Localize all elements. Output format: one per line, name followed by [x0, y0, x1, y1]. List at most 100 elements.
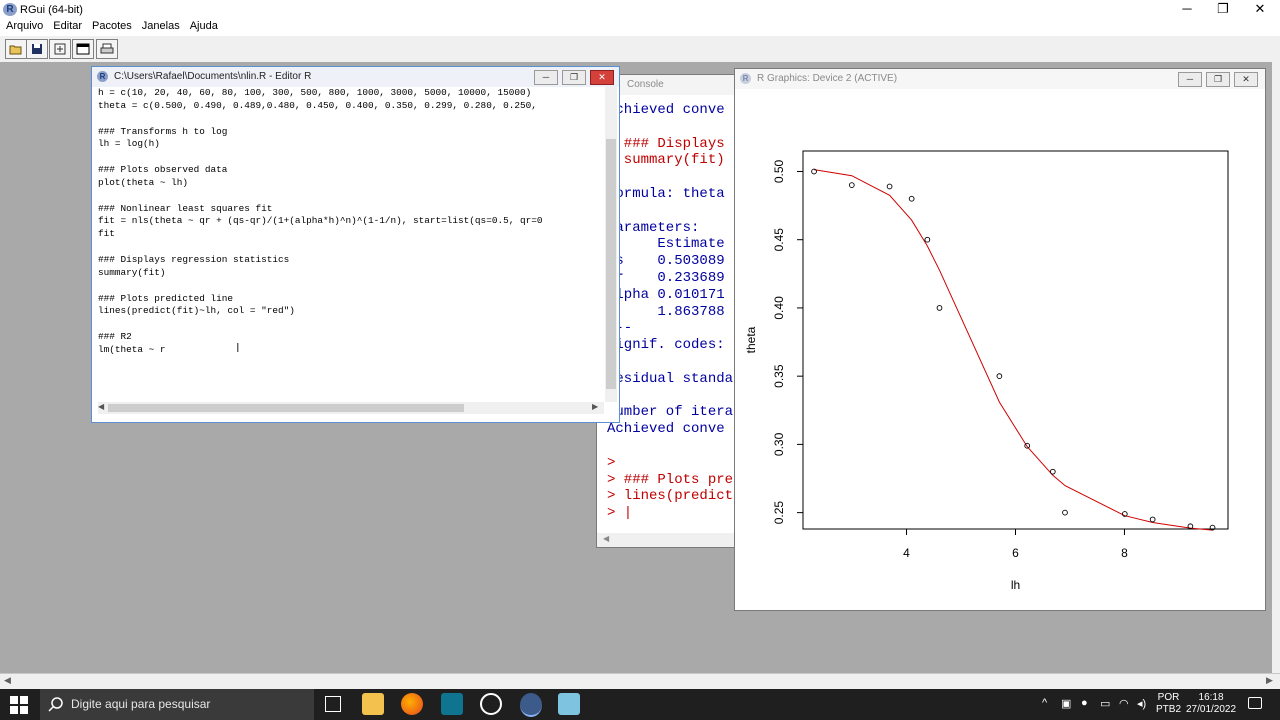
menu-ajuda[interactable]: Ajuda [185, 18, 223, 34]
scroll-right-icon[interactable]: ▶ [1266, 675, 1273, 686]
data-point [1149, 516, 1156, 523]
console-line: --- [607, 320, 743, 337]
taskbar-search-box[interactable]: Digite aqui para pesquisar [40, 689, 314, 720]
code-line: ### Transforms h to log [98, 125, 228, 137]
console-line: qr 0.233689 [607, 269, 725, 286]
editor-vscroll-thumb[interactable] [606, 139, 616, 389]
editor-text-area[interactable]: h = c(10, 20, 40, 60, 80, 100, 300, 500,… [98, 87, 604, 407]
editor-hscroll-thumb[interactable] [108, 404, 464, 412]
y-tick-label: 0.25 [772, 501, 786, 525]
menu-janelas[interactable]: Janelas [137, 18, 185, 34]
data-point [924, 236, 931, 243]
console-button[interactable] [72, 39, 94, 59]
console-output[interactable]: Achieved conve > ### Displays > summary(… [607, 102, 743, 533]
code-line-current[interactable]: lm(theta ~ r [98, 344, 604, 357]
clock[interactable]: 16:18 27/01/2022 [1186, 692, 1236, 716]
workspace-vertical-scrollbar[interactable] [1272, 62, 1280, 673]
console-title: Console [627, 79, 664, 90]
editor-app-icon[interactable] [558, 693, 580, 715]
code-line: h = c(10, 20, 40, 60, 80, 100, 300, 500,… [98, 87, 532, 98]
code-line: summary(fit) [98, 266, 166, 278]
minimize-button[interactable]: ─ [1169, 0, 1205, 20]
code-line: theta = c(0.500, 0.490, 0.489,0.480, 0.4… [98, 99, 537, 111]
language-code: POR [1157, 692, 1180, 703]
editor-maximize-button[interactable]: ❐ [562, 70, 586, 85]
wifi-icon[interactable]: ◠ [1119, 697, 1129, 710]
data-point [886, 183, 893, 190]
menu-pacotes[interactable]: Pacotes [87, 18, 137, 34]
scroll-left-icon[interactable]: ◀ [4, 675, 11, 686]
graphics-title: R Graphics: Device 2 (ACTIVE) [757, 73, 898, 84]
maximize-button[interactable]: ❐ [1205, 0, 1241, 20]
data-point [811, 168, 817, 175]
close-button[interactable]: ✕ [1242, 0, 1278, 20]
code-line: ### Plots predicted line [98, 292, 234, 304]
console-line: Formula: theta [607, 185, 725, 202]
editor-close-button[interactable]: ✕ [590, 70, 614, 85]
save-button[interactable] [26, 39, 48, 59]
window-icon [76, 43, 90, 55]
y-tick-label: 0.50 [772, 159, 786, 183]
volume-icon[interactable]: ◂) [1137, 697, 1146, 710]
firefox-icon[interactable] [401, 693, 423, 715]
console-prompt-line[interactable]: > | [607, 505, 743, 522]
task-view-icon[interactable] [325, 696, 341, 712]
open-script-button[interactable] [5, 39, 27, 59]
graphics-window[interactable]: R R Graphics: Device 2 (ACTIVE) ─ ❐ ✕ 4 6… [734, 68, 1266, 611]
show-hidden-icons-icon[interactable]: ^ [1042, 697, 1047, 709]
console-hscroll[interactable]: ◀ [597, 533, 743, 547]
data-point [936, 305, 943, 311]
console-line: > [607, 454, 616, 471]
language-indicator[interactable]: POR PTB2 [1156, 692, 1181, 716]
notifications-icon[interactable] [1248, 697, 1262, 709]
folder-open-icon [9, 45, 22, 55]
microphone-icon[interactable]: ● [1081, 697, 1088, 709]
editor-window[interactable]: R C:\Users\Rafael\Documents\nlin.R - Edi… [91, 66, 620, 423]
scroll-left-icon[interactable]: ◀ [603, 534, 609, 543]
x-tick-label: 6 [1012, 546, 1019, 560]
editor-minimize-button[interactable]: ─ [534, 70, 558, 85]
code-line: ### Nonlinear least squares fit [98, 202, 273, 214]
console-line: alpha 0.010171 [607, 286, 725, 303]
menubar: Arquivo Editar Pacotes Janelas Ajuda [0, 18, 1280, 36]
load-image-button[interactable] [49, 39, 71, 59]
console-line: Estimate [607, 236, 725, 253]
graphics-maximize-button[interactable]: ❐ [1206, 72, 1230, 87]
scatter-plot: 4 6 8 0.25 0.30 0.35 0.40 0.45 0.50 lh theta [744, 150, 1229, 592]
r-app-icon[interactable] [520, 693, 542, 717]
github-icon[interactable] [480, 693, 502, 715]
scroll-right-icon[interactable]: ▶ [592, 402, 598, 411]
workspace-horizontal-scrollbar[interactable]: ◀ ▶ [0, 673, 1280, 690]
taskbar: Digite aqui para pesquisar ^ ▣ ● ▭ ◠ ◂) … [0, 689, 1280, 720]
power-icon[interactable]: ▭ [1100, 697, 1110, 710]
plot-frame [802, 150, 1229, 530]
console-line: > ### Plots pre [607, 471, 734, 488]
data-point [908, 195, 915, 202]
floppy-disk-icon [32, 44, 42, 54]
code-line: plot(theta ~ lh) [98, 176, 189, 188]
notebook-app-icon[interactable] [441, 693, 463, 715]
graphics-close-button[interactable]: ✕ [1234, 72, 1258, 87]
keyboard-layout: PTB2 [1156, 704, 1182, 715]
console-line: > ### Displays [607, 135, 725, 152]
editor-horizontal-scrollbar[interactable]: ◀ ▶ [98, 402, 604, 414]
windows-start-button[interactable] [10, 696, 28, 714]
graphics-minimize-button[interactable]: ─ [1178, 72, 1202, 87]
file-explorer-icon[interactable] [362, 693, 384, 715]
meet-now-icon[interactable]: ▣ [1061, 697, 1071, 710]
print-button[interactable] [96, 39, 118, 59]
code-line: lines(predict(fit)~lh, col = "red") [98, 305, 295, 317]
y-tick-label: 0.45 [772, 228, 786, 252]
editor-vertical-scrollbar[interactable] [605, 87, 617, 402]
app-titlebar: R RGui (64-bit) ─ ❐ ✕ [0, 0, 1280, 20]
menu-editar[interactable]: Editar [48, 18, 87, 34]
y-axis-label: theta [744, 326, 758, 353]
scroll-left-icon[interactable]: ◀ [98, 402, 104, 411]
menu-arquivo[interactable]: Arquivo [0, 18, 48, 34]
